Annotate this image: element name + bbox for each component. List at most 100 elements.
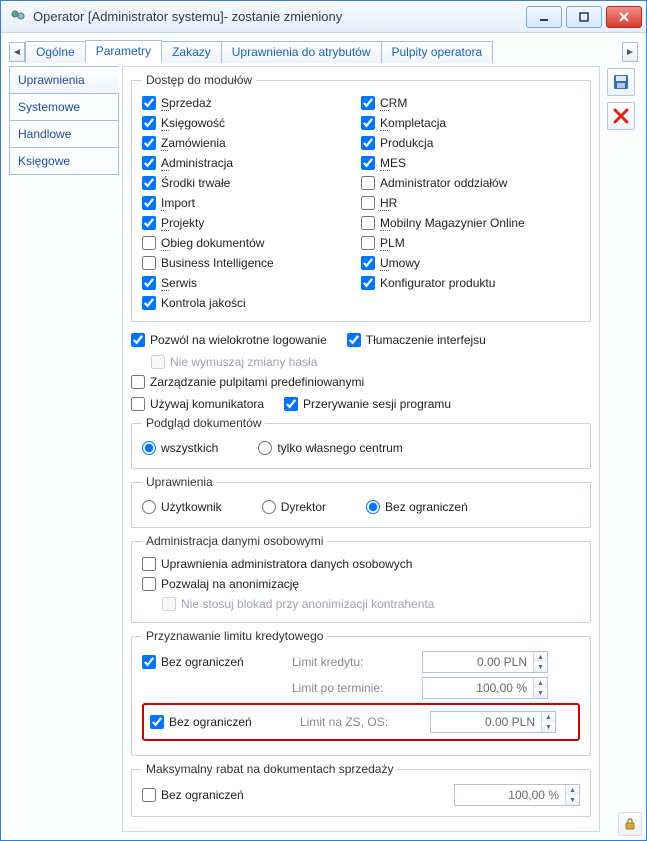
modules-col-right: CRMKompletacjaProdukcjaMESAdministrator … — [361, 93, 580, 313]
module-checkbox[interactable] — [361, 116, 375, 130]
chk-personal-admin[interactable] — [142, 557, 156, 571]
module-checkbox[interactable] — [142, 136, 156, 150]
module-checkbox[interactable] — [361, 256, 375, 270]
save-button[interactable] — [607, 68, 635, 96]
cancel-button[interactable] — [607, 102, 635, 130]
module-row: Business Intelligence — [142, 253, 361, 273]
chk-interrupt-session[interactable] — [284, 397, 298, 411]
input-discount[interactable] — [455, 785, 565, 805]
module-checkbox[interactable] — [142, 116, 156, 130]
module-checkbox[interactable] — [142, 296, 156, 310]
input-limit-zsos[interactable] — [431, 712, 541, 732]
module-label: CRM — [380, 94, 407, 112]
tabbar-scroll-right[interactable]: ► — [622, 42, 638, 62]
chk-multi-login[interactable] — [131, 333, 145, 347]
module-row: Produkcja — [361, 133, 580, 153]
input-limit-kredytu[interactable] — [423, 652, 533, 672]
module-label: Obieg dokumentów — [161, 234, 264, 252]
module-checkbox[interactable] — [361, 156, 375, 170]
sidetab-uprawnienia[interactable]: Uprawnienia — [9, 66, 119, 94]
chk-zsos-unlimited[interactable] — [150, 715, 164, 729]
module-row: Sprzedaż — [142, 93, 361, 113]
lock-icon — [623, 817, 637, 831]
module-checkbox[interactable] — [142, 196, 156, 210]
close-icon — [613, 108, 629, 124]
tab-uprawnienia-atrybutow[interactable]: Uprawnienia do atrybutów — [221, 41, 382, 63]
module-checkbox[interactable] — [361, 96, 375, 110]
lbl-perm-user: Użytkownik — [161, 498, 222, 516]
lock-button[interactable] — [618, 812, 642, 836]
module-checkbox[interactable] — [361, 196, 375, 210]
spin-down-icon[interactable]: ▼ — [534, 662, 547, 672]
spin-up-icon[interactable]: ▲ — [534, 678, 547, 688]
spin-down-icon[interactable]: ▼ — [566, 795, 579, 805]
lbl-allow-anon: Pozwalaj na anonimizację — [161, 575, 299, 593]
module-checkbox[interactable] — [361, 236, 375, 250]
right-toolbar — [604, 66, 638, 832]
module-label: Import — [161, 194, 195, 212]
module-checkbox[interactable] — [142, 176, 156, 190]
module-row: Zamówienia — [142, 133, 361, 153]
module-row: Administrator oddziałów — [361, 173, 580, 193]
module-checkbox[interactable] — [361, 216, 375, 230]
module-checkbox[interactable] — [142, 96, 156, 110]
module-row: Konfigurator produktu — [361, 273, 580, 293]
lbl-zsos-unlimited: Bez ograniczeń — [169, 713, 252, 731]
tab-parametry[interactable]: Parametry — [85, 40, 162, 63]
module-checkbox[interactable] — [142, 156, 156, 170]
spin-limit-po-terminie[interactable]: ▲▼ — [422, 677, 548, 699]
spin-limit-kredytu[interactable]: ▲▼ — [422, 651, 548, 673]
module-checkbox[interactable] — [361, 136, 375, 150]
sidetab-ksiegowe[interactable]: Księgowe — [9, 147, 119, 175]
sidetab-handlowe[interactable]: Handlowe — [9, 120, 119, 148]
module-row: Projekty — [142, 213, 361, 233]
module-checkbox[interactable] — [142, 276, 156, 290]
module-label: Kontrola jakości — [161, 294, 246, 312]
lbl-force-pwd: Nie wymuszaj zmiany hasła — [170, 353, 317, 371]
radio-dp-all[interactable] — [142, 441, 156, 455]
tab-ogolne[interactable]: Ogólne — [25, 41, 86, 63]
tab-pulpity-operatora[interactable]: Pulpity operatora — [381, 41, 494, 63]
module-checkbox[interactable] — [361, 176, 375, 190]
radio-perm-unlimited[interactable] — [366, 500, 380, 514]
chk-no-block-anon — [162, 597, 176, 611]
lbl-multi-login: Pozwól na wielokrotne logowanie — [150, 331, 327, 349]
spin-down-icon[interactable]: ▼ — [534, 688, 547, 698]
sidetab-systemowe[interactable]: Systemowe — [9, 93, 119, 121]
module-label: Administracja — [161, 154, 233, 172]
modules-col-left: SprzedażKsięgowośćZamówieniaAdministracj… — [142, 93, 361, 313]
input-limit-po-terminie[interactable] — [423, 678, 533, 698]
chk-discount-unlimited[interactable] — [142, 788, 156, 802]
perm-group: Uprawnienia Użytkownik Dyrektor Bez ogra… — [131, 475, 591, 528]
spin-limit-zsos[interactable]: ▲▼ — [430, 711, 556, 733]
chk-use-communicator[interactable] — [131, 397, 145, 411]
module-checkbox[interactable] — [142, 236, 156, 250]
chk-credit-unlimited[interactable] — [142, 655, 156, 669]
spin-up-icon[interactable]: ▲ — [566, 785, 579, 795]
spin-up-icon[interactable]: ▲ — [534, 652, 547, 662]
minimize-button[interactable] — [526, 6, 562, 28]
close-button[interactable] — [606, 6, 642, 28]
chk-translate-ui[interactable] — [347, 333, 361, 347]
module-label: Umowy — [380, 254, 420, 272]
tabbar-scroll-left[interactable]: ◄ — [9, 42, 25, 62]
spin-down-icon[interactable]: ▼ — [542, 722, 555, 732]
window-title: Operator [Administrator systemu]- zostan… — [33, 9, 522, 24]
personal-data-legend: Administracja danymi osobowymi — [142, 534, 327, 548]
chk-allow-anon[interactable] — [142, 577, 156, 591]
module-checkbox[interactable] — [361, 276, 375, 290]
spin-discount[interactable]: ▲▼ — [454, 784, 580, 806]
tab-zakazy[interactable]: Zakazy — [161, 41, 222, 63]
chk-dash-mgmt[interactable] — [131, 375, 145, 389]
radio-perm-director[interactable] — [262, 500, 276, 514]
lbl-translate-ui: Tłumaczenie interfejsu — [366, 331, 486, 349]
radio-perm-user[interactable] — [142, 500, 156, 514]
lbl-dp-all: wszystkich — [161, 439, 218, 457]
module-row: Import — [142, 193, 361, 213]
radio-dp-own[interactable] — [258, 441, 272, 455]
maximize-button[interactable] — [566, 6, 602, 28]
module-label: Mobilny Magazynier Online — [380, 214, 525, 232]
module-checkbox[interactable] — [142, 216, 156, 230]
spin-up-icon[interactable]: ▲ — [542, 712, 555, 722]
module-checkbox[interactable] — [142, 256, 156, 270]
